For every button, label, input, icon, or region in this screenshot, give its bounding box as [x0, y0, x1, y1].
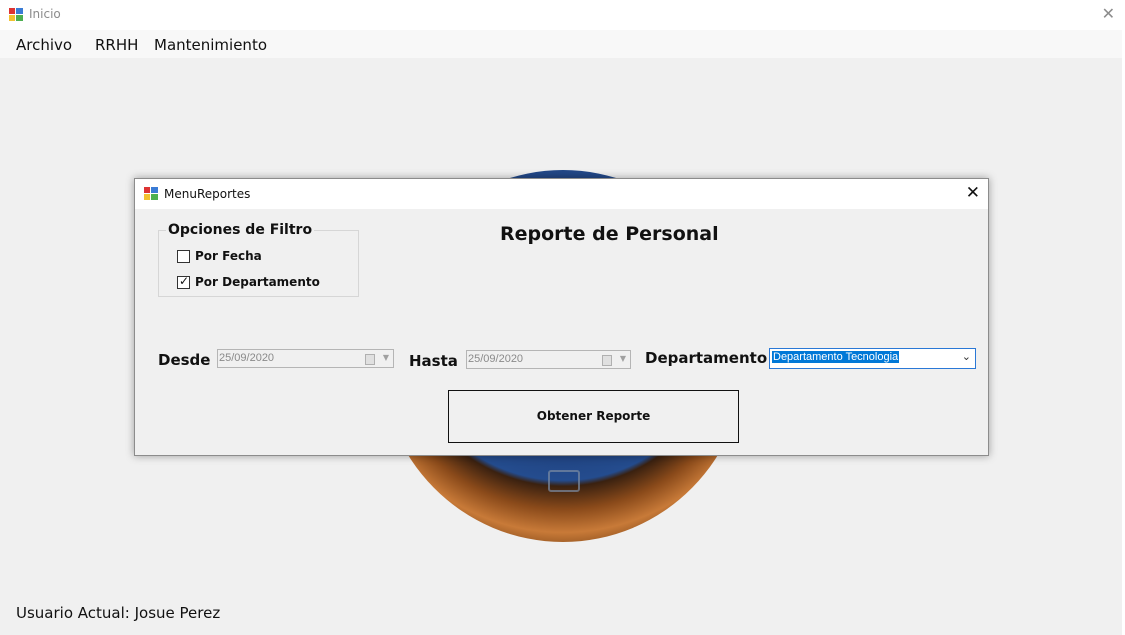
window-titlebar: Inicio ✕: [0, 0, 1125, 30]
menubar: Archivo RRHH Mantenimiento: [0, 30, 1122, 58]
logo-emblem: [548, 470, 580, 492]
obtener-reporte-button[interactable]: Obtener Reporte: [448, 390, 739, 443]
calendar-icon: [365, 354, 375, 365]
hasta-label: Hasta: [409, 352, 458, 370]
report-dialog: MenuReportes ✕ Opciones de Filtro Por Fe…: [134, 178, 989, 456]
checkbox-por-fecha[interactable]: [177, 250, 190, 263]
desde-date-picker[interactable]: 25/09/2020 ▼: [217, 349, 394, 368]
filter-options-legend: Opciones de Filtro: [166, 222, 315, 238]
dialog-close-icon[interactable]: ✕: [966, 183, 980, 203]
checkbox-por-departamento[interactable]: ✓: [177, 274, 190, 289]
departamento-selected-value: Departamento Tecnologia: [772, 351, 900, 363]
current-user-status: Usuario Actual: Josue Perez: [16, 604, 220, 622]
calendar-icon: [602, 355, 612, 366]
dialog-app-icon: [144, 187, 158, 200]
close-icon[interactable]: ✕: [1102, 4, 1115, 23]
report-heading: Reporte de Personal: [500, 223, 719, 245]
app-icon: [9, 8, 23, 21]
current-user-name: Josue Perez: [134, 604, 221, 622]
desde-date-value: 25/09/2020: [219, 352, 275, 364]
window-title: Inicio: [29, 7, 61, 21]
dialog-titlebar: MenuReportes ✕: [135, 179, 988, 209]
menu-rrhh[interactable]: RRHH: [95, 36, 138, 54]
departamento-label: Departamento: [645, 349, 768, 367]
checkmark-icon: ✓: [179, 274, 190, 288]
hasta-date-picker[interactable]: 25/09/2020 ▼: [466, 350, 631, 369]
checkbox-por-departamento-label[interactable]: Por Departamento: [195, 275, 320, 289]
departamento-select[interactable]: Departamento Tecnologia ⌄: [769, 348, 976, 369]
chevron-down-icon: ▼: [619, 354, 626, 363]
current-user-label: Usuario Actual:: [16, 604, 130, 622]
hasta-date-value: 25/09/2020: [468, 353, 524, 365]
dialog-title: MenuReportes: [164, 187, 251, 201]
chevron-down-icon: ▼: [382, 353, 389, 362]
checkbox-por-fecha-label[interactable]: Por Fecha: [195, 249, 262, 263]
desde-label: Desde: [158, 351, 211, 369]
menu-mantenimiento[interactable]: Mantenimiento: [154, 36, 267, 54]
obtener-reporte-label: Obtener Reporte: [536, 409, 651, 423]
chevron-down-icon[interactable]: ⌄: [962, 350, 971, 363]
menu-archivo[interactable]: Archivo: [16, 36, 72, 54]
